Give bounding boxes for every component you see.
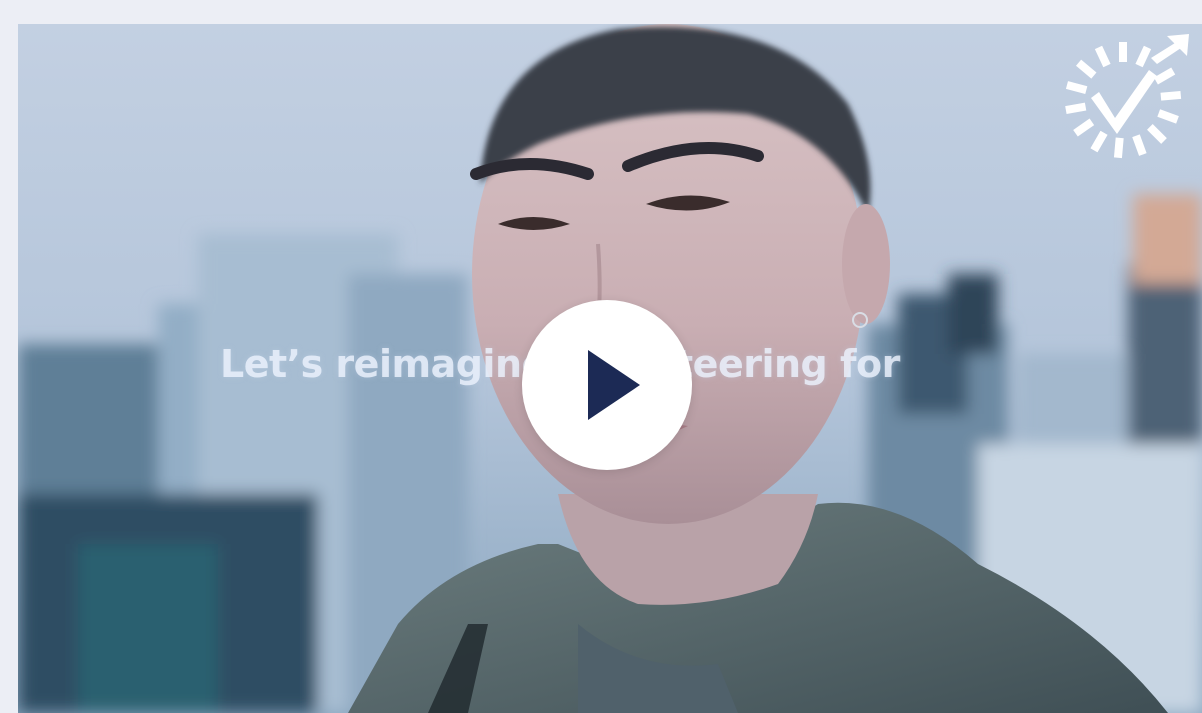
play-icon: [588, 350, 640, 420]
page-frame: Let’s reimagine volunteering for: [0, 0, 1202, 713]
play-button[interactable]: [522, 300, 692, 470]
video-player[interactable]: Let’s reimagine volunteering for: [18, 24, 1202, 713]
volunteer-checkmark-logo-icon: [1065, 34, 1189, 159]
